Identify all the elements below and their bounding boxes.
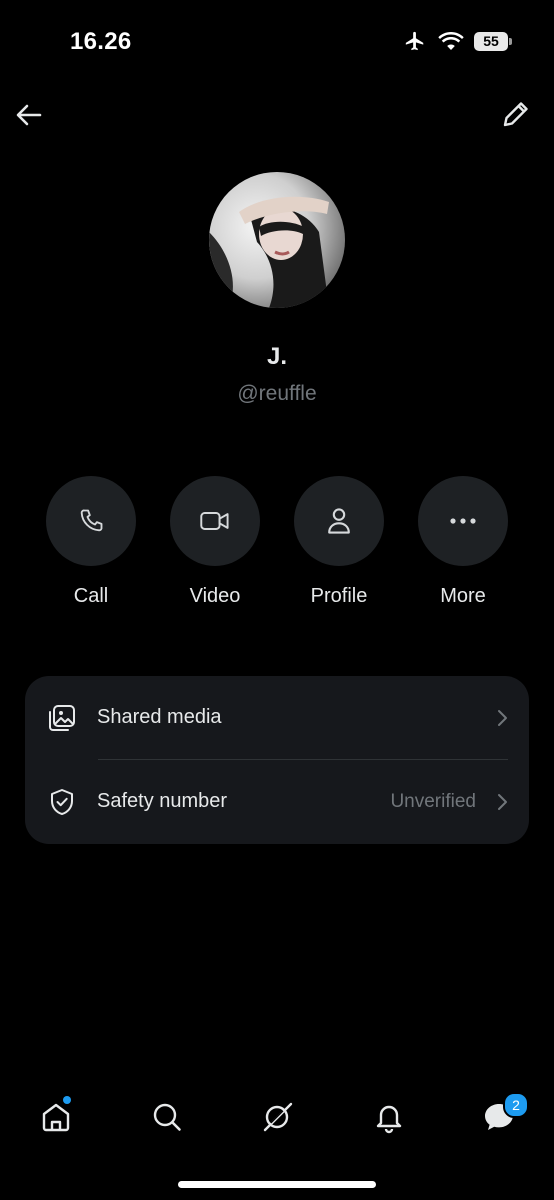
more-button[interactable]: More [401, 476, 525, 608]
conversation-info-card: Shared media Safety number Unverified [25, 676, 529, 844]
call-button-circle[interactable] [46, 476, 136, 566]
edit-button[interactable] [500, 98, 532, 130]
avatar[interactable] [209, 172, 345, 308]
display-name: J. [266, 343, 287, 370]
battery-level: 55 [483, 33, 499, 49]
person-icon [328, 508, 350, 534]
video-button[interactable]: Video [153, 476, 277, 608]
tab-notifications[interactable] [359, 1085, 419, 1149]
safety-number-row[interactable]: Safety number Unverified [25, 760, 529, 844]
bottom-tab-bar: 2 [0, 1085, 554, 1155]
phone-icon [80, 509, 103, 532]
more-button-circle[interactable] [418, 476, 508, 566]
unread-dot [63, 1096, 71, 1104]
home-icon [42, 1103, 70, 1132]
tab-search[interactable] [137, 1085, 197, 1149]
airplane-icon [405, 31, 424, 51]
pencil-icon [503, 102, 528, 127]
profile-label: Profile [310, 585, 368, 607]
tab-grok[interactable] [248, 1085, 308, 1149]
messages-badge: 2 [503, 1092, 529, 1118]
wifi-icon [438, 32, 464, 50]
video-label: Video [189, 585, 241, 607]
shared-media-row[interactable]: Shared media [25, 676, 529, 760]
more-label: More [440, 585, 486, 607]
status-bar: 16.26 55 [0, 0, 554, 80]
bell-icon [376, 1105, 402, 1134]
chevron-right-icon [498, 794, 507, 810]
avatar-photo [209, 172, 345, 308]
profile-button-circle[interactable] [294, 476, 384, 566]
shared-media-label: Shared media [97, 706, 222, 728]
photos-icon [49, 705, 75, 731]
status-time: 16.26 [70, 28, 132, 55]
back-button[interactable] [14, 100, 44, 130]
battery-indicator: 55 [474, 31, 512, 51]
home-indicator [178, 1181, 376, 1188]
call-button[interactable]: Call [29, 476, 153, 608]
call-label: Call [73, 585, 109, 607]
tab-messages[interactable]: 2 [469, 1085, 529, 1149]
safety-number-label: Safety number [97, 790, 228, 812]
grok-icon [263, 1102, 293, 1132]
search-icon [153, 1103, 181, 1131]
video-button-circle[interactable] [170, 476, 260, 566]
shield-check-icon [51, 789, 73, 815]
tab-home[interactable] [26, 1085, 86, 1149]
video-icon [200, 512, 229, 530]
status-icons: 55 [402, 30, 512, 52]
more-icon [450, 518, 476, 524]
arrow-left-icon [16, 104, 42, 126]
username-handle: @reuffle [237, 382, 317, 405]
profile-button[interactable]: Profile [277, 476, 401, 608]
chevron-right-icon [498, 710, 507, 726]
safety-number-status: Unverified [390, 791, 476, 812]
